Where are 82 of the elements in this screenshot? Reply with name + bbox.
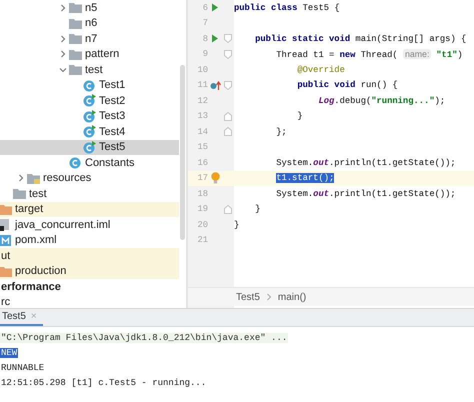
folder-icon bbox=[69, 33, 82, 44]
scrollbar[interactable] bbox=[180, 65, 185, 240]
class-icon bbox=[83, 110, 96, 123]
line-number: 10 bbox=[196, 64, 208, 75]
breadcrumb-item[interactable]: Test5 bbox=[236, 292, 260, 302]
line-number: 17 bbox=[196, 173, 208, 184]
class-icon bbox=[83, 94, 96, 108]
tree-item-label[interactable]: Test1 bbox=[99, 79, 126, 92]
tree-item-label[interactable]: Test5 bbox=[99, 141, 126, 154]
tab-label[interactable]: Test5 bbox=[2, 311, 26, 322]
code-line: @Override bbox=[297, 64, 345, 75]
code-line: }; bbox=[276, 126, 287, 137]
code-line: System.out.println(t1.getState()); bbox=[276, 158, 456, 168]
line-number: 18 bbox=[196, 188, 208, 199]
folder-icon bbox=[69, 48, 82, 60]
folder-icon bbox=[69, 64, 82, 76]
line-number: 14 bbox=[196, 126, 208, 137]
chevron-icon bbox=[266, 293, 272, 301]
line-number: 13 bbox=[196, 111, 208, 122]
code-line: public class Test5 { bbox=[234, 2, 340, 13]
console-line: RUNNABLE bbox=[0, 362, 46, 372]
tree-item-label[interactable]: pom.xml bbox=[15, 234, 57, 246]
line-number: 21 bbox=[196, 235, 208, 246]
tree-item-label[interactable]: erformance bbox=[1, 280, 61, 293]
line-number: 7 bbox=[202, 18, 208, 28]
code-line: Thread t1 = new Thread( name: "t1") bbox=[276, 48, 463, 60]
tree-row-highlight[interactable]: Test5 bbox=[0, 140, 179, 155]
code-line: System.out.println(t1.getState()); bbox=[276, 188, 456, 199]
line-number: 16 bbox=[196, 158, 208, 168]
run-icon[interactable] bbox=[211, 34, 219, 44]
tree-item-label[interactable]: n5 bbox=[85, 2, 98, 14]
tree-item-label[interactable]: test bbox=[29, 188, 47, 200]
tree-item-label[interactable]: Test3 bbox=[99, 110, 126, 122]
code-line: } bbox=[297, 111, 303, 122]
tree-item-label[interactable]: ut bbox=[1, 250, 10, 262]
code-line: Log.debug("running..."); bbox=[318, 96, 446, 106]
tree-item-label[interactable]: Test4 bbox=[99, 126, 126, 138]
folder-icon bbox=[13, 188, 26, 200]
breadcrumb-item[interactable]: main() bbox=[278, 292, 306, 302]
class-icon bbox=[83, 78, 96, 92]
line-number: 8 bbox=[202, 34, 208, 44]
class-icon bbox=[83, 140, 96, 154]
tree-item-label[interactable]: n7 bbox=[85, 32, 98, 45]
line-number: 15 bbox=[196, 142, 208, 152]
folder-icon bbox=[69, 18, 82, 29]
lightbulb-icon[interactable] bbox=[210, 172, 220, 184]
tree-item-label[interactable]: production bbox=[15, 265, 66, 278]
folder-icon bbox=[0, 266, 12, 277]
run-icon[interactable] bbox=[211, 3, 219, 12]
code-line: } bbox=[234, 220, 240, 230]
code-line: } bbox=[255, 204, 260, 214]
fold-icon[interactable] bbox=[224, 204, 232, 214]
tree-item-label[interactable]: rc bbox=[1, 296, 10, 308]
folder-icon bbox=[27, 172, 40, 184]
line-number: 12 bbox=[196, 96, 208, 106]
tree-item-label[interactable]: test bbox=[85, 64, 103, 76]
line-number: 20 bbox=[196, 220, 208, 230]
override-icon[interactable] bbox=[210, 80, 220, 90]
tree-item-label[interactable]: Test2 bbox=[99, 94, 126, 107]
tree-row-highlight[interactable]: production bbox=[0, 264, 179, 279]
console-line: 12:51:05.298 [t1] c.Test5 - running... bbox=[0, 378, 208, 388]
class-icon bbox=[69, 156, 82, 170]
tree-item-label[interactable]: n6 bbox=[85, 17, 98, 30]
tree-row-highlight[interactable]: ut bbox=[0, 248, 179, 264]
class-icon bbox=[83, 125, 96, 138]
tree-item-label[interactable]: target bbox=[15, 203, 44, 216]
module-file-icon bbox=[0, 218, 12, 232]
tree-item-label[interactable]: resources bbox=[43, 172, 92, 184]
folder-icon bbox=[69, 2, 82, 14]
folder-icon bbox=[0, 204, 12, 215]
line-number: 19 bbox=[196, 204, 208, 214]
fold-icon[interactable] bbox=[224, 80, 232, 90]
line-number: 6 bbox=[202, 2, 208, 13]
run-tab[interactable]: Test5 × bbox=[0, 309, 43, 326]
code-line: public static void main(String[] args) { bbox=[255, 34, 466, 44]
tree-item-label[interactable]: Constants bbox=[85, 156, 135, 169]
tree-item-label[interactable]: pattern bbox=[85, 48, 120, 60]
code-line: public void run() { bbox=[297, 80, 398, 90]
tree-row-highlight[interactable]: target bbox=[0, 202, 179, 217]
line-number: 11 bbox=[196, 80, 208, 90]
line-number: 9 bbox=[202, 49, 208, 60]
tree-item-label[interactable]: java_concurrent.iml bbox=[15, 218, 110, 231]
